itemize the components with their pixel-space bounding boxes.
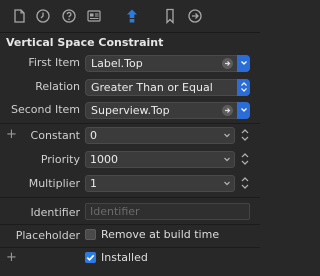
constant-stepper[interactable] <box>240 127 250 143</box>
relation-popup[interactable]: Greater Than or Equal <box>85 79 250 96</box>
identifier-input[interactable] <box>86 204 249 219</box>
go-to-arrow-icon[interactable] <box>222 105 233 116</box>
help-icon[interactable] <box>61 8 77 24</box>
clock-icon[interactable] <box>35 8 51 24</box>
attributes-icon[interactable] <box>162 8 178 24</box>
multiplier-stepper[interactable] <box>240 175 250 191</box>
second-item-label: Second Item <box>10 103 80 116</box>
divider <box>0 123 260 124</box>
placeholder-label: Placeholder <box>15 229 80 242</box>
first-item-value: Label.Top <box>91 57 143 70</box>
combo-chevron-icon[interactable] <box>223 129 231 145</box>
multiplier-value: 1 <box>90 177 97 190</box>
second-item-popup[interactable]: Superview.Top <box>85 102 250 119</box>
size-icon[interactable] <box>124 8 140 24</box>
multiplier-field[interactable]: 1 <box>85 175 235 192</box>
priority-stepper[interactable] <box>240 151 250 167</box>
installed-checkbox[interactable] <box>85 252 96 263</box>
priority-field[interactable]: 1000 <box>85 151 235 168</box>
divider <box>0 197 260 198</box>
relation-label: Relation <box>35 80 80 93</box>
chevron-down-icon[interactable] <box>237 55 250 72</box>
priority-label: Priority <box>40 153 80 166</box>
second-item-value: Superview.Top <box>91 104 170 117</box>
add-variation-plus-icon[interactable]: + <box>6 128 17 141</box>
go-to-arrow-icon[interactable] <box>222 58 233 69</box>
inspector-toolbar <box>0 0 260 33</box>
identifier-field[interactable] <box>85 203 250 220</box>
identity-icon[interactable] <box>86 8 102 24</box>
chevron-down-icon[interactable] <box>237 102 250 119</box>
first-item-label: First Item <box>28 56 80 69</box>
divider <box>0 247 260 248</box>
connections-icon[interactable] <box>187 8 203 24</box>
divider <box>0 224 260 225</box>
combo-chevron-icon[interactable] <box>223 153 231 169</box>
installed-label: Installed <box>101 251 148 264</box>
file-icon[interactable] <box>11 8 27 24</box>
constant-label: Constant <box>30 129 80 142</box>
constant-value: 0 <box>90 129 97 142</box>
constraint-inspector: Vertical Space Constraint First Item Lab… <box>0 0 260 276</box>
constant-field[interactable]: 0 <box>85 127 235 144</box>
remove-at-build-time-checkbox[interactable] <box>85 229 96 240</box>
chevron-updown-icon[interactable] <box>237 79 250 96</box>
multiplier-label: Multiplier <box>28 177 80 190</box>
combo-chevron-icon[interactable] <box>223 177 231 193</box>
section-title: Vertical Space Constraint <box>6 36 164 49</box>
first-item-popup[interactable]: Label.Top <box>85 55 250 72</box>
identifier-label: Identifier <box>30 206 80 219</box>
remove-at-build-time-label: Remove at build time <box>101 228 220 241</box>
add-variation-plus-icon[interactable]: + <box>6 251 17 264</box>
priority-value: 1000 <box>90 153 118 166</box>
relation-value: Greater Than or Equal <box>91 81 213 94</box>
